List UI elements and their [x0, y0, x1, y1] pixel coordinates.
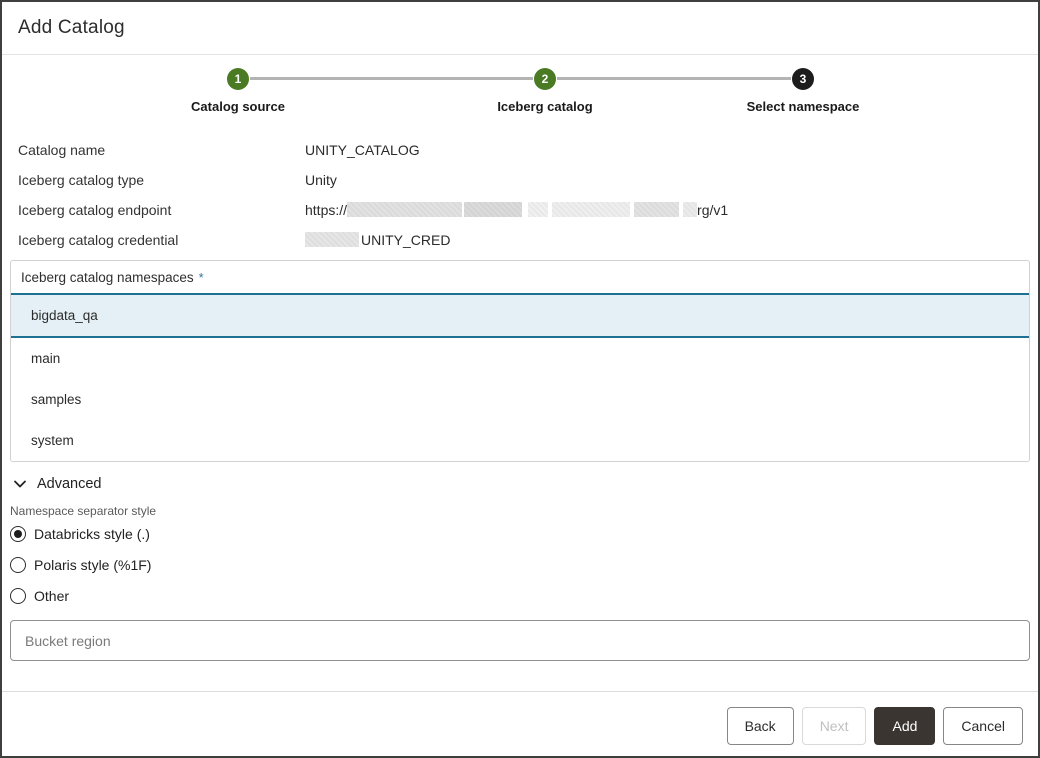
radio-other-style[interactable]: Other — [2, 580, 1038, 611]
catalog-type-value: Unity — [305, 172, 1038, 188]
redacted-text — [305, 232, 359, 247]
namespace-listbox-label: Iceberg catalog namespaces — [21, 270, 194, 285]
advanced-label: Advanced — [37, 476, 102, 492]
step-indicator-select-namespace: 3 — [792, 68, 814, 90]
radio-button-icon[interactable] — [10, 526, 26, 542]
catalog-summary-fields: Catalog name UNITY_CATALOG Iceberg catal… — [2, 135, 1038, 255]
list-item-bigdata-qa[interactable]: bigdata_qa — [11, 293, 1029, 338]
add-catalog-dialog: Add Catalog 1 2 3 Catalog source Iceberg… — [0, 0, 1040, 758]
catalog-credential-label: Iceberg catalog credential — [18, 232, 305, 248]
field-row-catalog-name: Catalog name UNITY_CATALOG — [18, 135, 1038, 165]
catalog-name-value: UNITY_CATALOG — [305, 142, 1038, 158]
field-row-catalog-endpoint: Iceberg catalog endpoint https:// rg/v1 — [18, 195, 1038, 225]
namespace-listbox-header: Iceberg catalog namespaces * — [11, 261, 1029, 293]
chevron-down-icon — [12, 476, 28, 492]
endpoint-suffix: rg/v1 — [697, 202, 728, 218]
required-asterisk: * — [199, 270, 204, 285]
step-indicator-iceberg-catalog: 2 — [534, 68, 556, 90]
list-item-main[interactable]: main — [11, 338, 1029, 379]
list-item-samples[interactable]: samples — [11, 379, 1029, 420]
radio-polaris-label: Polaris style (%1F) — [34, 557, 151, 573]
add-button[interactable]: Add — [874, 707, 935, 745]
step-connector-2 — [557, 77, 791, 80]
radio-button-icon[interactable] — [10, 588, 26, 604]
radio-databricks-label: Databricks style (.) — [34, 526, 150, 542]
catalog-type-label: Iceberg catalog type — [18, 172, 305, 188]
field-row-catalog-type: Iceberg catalog type Unity — [18, 165, 1038, 195]
redacted-text — [634, 202, 679, 217]
page-title: Add Catalog — [18, 17, 125, 39]
bucket-region-input[interactable] — [10, 620, 1030, 661]
list-item-system[interactable]: system — [11, 420, 1029, 461]
dialog-titlebar: Add Catalog — [2, 2, 1038, 55]
catalog-name-label: Catalog name — [18, 142, 305, 158]
back-button[interactable]: Back — [727, 707, 794, 745]
next-button[interactable]: Next — [802, 707, 867, 745]
radio-databricks-style[interactable]: Databricks style (.) — [2, 518, 1038, 549]
step-connector-1 — [250, 77, 533, 80]
field-row-catalog-credential: Iceberg catalog credential UNITY_CRED — [18, 225, 1038, 255]
dialog-footer: Back Next Add Cancel — [2, 691, 1038, 756]
endpoint-prefix: https:// — [305, 202, 347, 218]
catalog-endpoint-value: https:// rg/v1 — [305, 202, 1038, 219]
redacted-text — [347, 202, 462, 217]
namespace-listbox: Iceberg catalog namespaces * bigdata_qa … — [10, 260, 1030, 462]
step-label-catalog-source: Catalog source — [128, 99, 348, 114]
wizard-stepper: 1 2 3 Catalog source Iceberg catalog Sel… — [2, 55, 1038, 126]
catalog-endpoint-label: Iceberg catalog endpoint — [18, 202, 305, 218]
radio-polaris-style[interactable]: Polaris style (%1F) — [2, 549, 1038, 580]
step-label-iceberg-catalog: Iceberg catalog — [435, 99, 655, 114]
redacted-text — [683, 202, 697, 217]
separator-style-label: Namespace separator style — [2, 504, 1038, 518]
step-indicator-catalog-source: 1 — [227, 68, 249, 90]
radio-other-label: Other — [34, 588, 69, 604]
redacted-text — [528, 202, 548, 217]
step-label-select-namespace: Select namespace — [693, 99, 913, 114]
catalog-credential-value: UNITY_CRED — [305, 232, 1038, 249]
advanced-toggle[interactable]: Advanced — [2, 472, 1038, 496]
credential-suffix: UNITY_CRED — [361, 232, 450, 248]
redacted-text — [464, 202, 522, 217]
cancel-button[interactable]: Cancel — [943, 707, 1023, 745]
redacted-text — [552, 202, 630, 217]
radio-button-icon[interactable] — [10, 557, 26, 573]
